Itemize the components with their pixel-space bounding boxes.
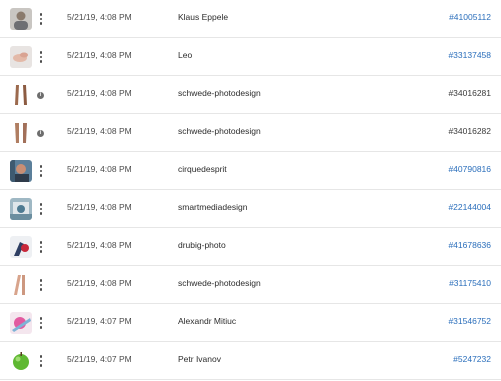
date-modified: 5/21/19, 4:08 PM	[67, 240, 132, 250]
legs-thumbnail[interactable]	[10, 274, 32, 296]
more-options-icon[interactable]	[36, 352, 46, 370]
date-modified: 5/21/19, 4:07 PM	[67, 316, 132, 326]
date-modified: 5/21/19, 4:08 PM	[67, 88, 132, 98]
asset-id-link[interactable]: #31546752	[448, 316, 491, 326]
author-name: cirquedesprit	[178, 164, 227, 174]
asset-id-link[interactable]: #5247232	[453, 354, 491, 364]
asset-id-link[interactable]: #40790816	[448, 164, 491, 174]
list-item[interactable]: 5/21/19, 4:08 PM drubig-photo #41678636	[0, 228, 501, 266]
date-modified: 5/21/19, 4:08 PM	[67, 202, 132, 212]
more-options-icon[interactable]	[36, 276, 46, 294]
more-options-icon[interactable]	[36, 314, 46, 332]
author-name: schwede-photodesign	[178, 88, 261, 98]
info-icon[interactable]: i	[37, 130, 44, 137]
pink-object-thumbnail[interactable]	[10, 312, 32, 334]
asset-list: 5/21/19, 4:08 PM Klaus Eppele #41005112 …	[0, 0, 501, 380]
date-modified: 5/21/19, 4:07 PM	[67, 354, 132, 364]
medical-thumbnail[interactable]	[10, 198, 32, 220]
sport-thumbnail[interactable]	[10, 236, 32, 258]
author-name: Petr Ivanov	[178, 354, 221, 364]
list-item[interactable]: 5/21/19, 4:08 PM schwede-photodesign #31…	[0, 266, 501, 304]
more-options-icon[interactable]	[36, 162, 46, 180]
more-options-icon[interactable]	[36, 48, 46, 66]
list-item[interactable]: 5/21/19, 4:08 PM cirquedesprit #40790816	[0, 152, 501, 190]
author-name: Leo	[178, 50, 193, 60]
more-options-icon[interactable]	[36, 238, 46, 256]
legs-thumbnail[interactable]	[10, 84, 32, 106]
info-icon[interactable]: i	[37, 92, 44, 99]
portrait-thumbnail[interactable]	[10, 160, 32, 182]
list-item[interactable]: 5/21/19, 4:08 PM Leo #33137458	[0, 38, 501, 76]
author-name: Alexandr Mitiuc	[178, 316, 237, 326]
list-item[interactable]: 5/21/19, 4:08 PM smartmediadesign #22144…	[0, 190, 501, 228]
hands-thumbnail[interactable]	[10, 46, 32, 68]
date-modified: 5/21/19, 4:08 PM	[67, 278, 132, 288]
asset-id-link[interactable]: #33137458	[448, 50, 491, 60]
asset-id-link[interactable]: #41005112	[449, 12, 491, 22]
list-item[interactable]: i 5/21/19, 4:08 PM schwede-photodesign #…	[0, 114, 501, 152]
date-modified: 5/21/19, 4:08 PM	[67, 164, 132, 174]
legs-thumbnail[interactable]	[10, 122, 32, 144]
list-item[interactable]: i 5/21/19, 4:08 PM schwede-photodesign #…	[0, 76, 501, 114]
list-item[interactable]: 5/21/19, 4:07 PM Alexandr Mitiuc #315467…	[0, 304, 501, 342]
author-name: schwede-photodesign	[178, 278, 261, 288]
asset-id: #34016281	[448, 88, 491, 98]
asset-id-link[interactable]: #31175410	[449, 278, 491, 288]
list-item[interactable]: 5/21/19, 4:08 PM Klaus Eppele #41005112	[0, 0, 501, 38]
date-modified: 5/21/19, 4:08 PM	[67, 12, 132, 22]
author-name: drubig-photo	[178, 240, 226, 250]
apple-thumbnail[interactable]	[10, 350, 32, 372]
author-name: schwede-photodesign	[178, 126, 261, 136]
asset-id-link[interactable]: #22144004	[448, 202, 491, 212]
asset-id-link[interactable]: #41678636	[448, 240, 491, 250]
list-item[interactable]: 5/21/19, 4:07 PM Petr Ivanov #5247232	[0, 342, 501, 380]
more-options-icon[interactable]	[36, 200, 46, 218]
date-modified: 5/21/19, 4:08 PM	[67, 126, 132, 136]
author-name: smartmediadesign	[178, 202, 248, 212]
more-options-icon[interactable]	[36, 10, 46, 28]
asset-id: #34016282	[448, 126, 491, 136]
author-name: Klaus Eppele	[178, 12, 229, 22]
date-modified: 5/21/19, 4:08 PM	[67, 50, 132, 60]
portrait-man-thumbnail[interactable]	[10, 8, 32, 30]
